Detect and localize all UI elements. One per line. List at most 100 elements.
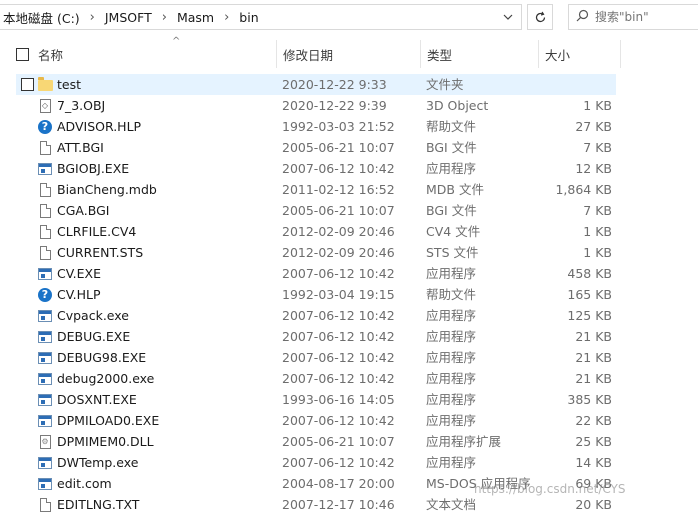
breadcrumb-item[interactable]: Masm [173, 10, 218, 25]
file-row[interactable]: DPMILOAD0.EXE 2007-06-12 10:42 应用程序 22 KB [0, 410, 698, 431]
application-icon [37, 412, 53, 429]
file-size: 7 KB [583, 140, 612, 155]
file-type: 帮助文件 [426, 119, 477, 134]
file-name: CV.EXE [57, 266, 102, 281]
file-type: CV4 文件 [426, 224, 481, 239]
file-date: 2007-06-12 10:42 [282, 161, 395, 176]
file-type: 应用程序 [426, 266, 477, 281]
file-row[interactable]: DEBUG98.EXE 2007-06-12 10:42 应用程序 21 KB [0, 347, 698, 368]
file-type: 应用程序 [426, 413, 477, 428]
document-icon [37, 244, 53, 261]
refresh-button[interactable] [527, 4, 553, 30]
file-size: 22 KB [575, 413, 612, 428]
file-date: 2004-08-17 20:00 [282, 476, 395, 491]
breadcrumb-item[interactable]: JMSOFT [101, 10, 156, 25]
application-icon [37, 349, 53, 366]
file-date: 2005-06-21 10:07 [282, 140, 395, 155]
column-date[interactable]: 修改日期 [276, 40, 420, 68]
file-row[interactable]: CURRENT.STS 2012-02-09 20:46 STS 文件 1 KB [0, 242, 698, 263]
column-type-label: 类型 [427, 47, 453, 63]
file-name: test [57, 77, 82, 92]
file-row[interactable]: CV.EXE 2007-06-12 10:42 应用程序 458 KB [0, 263, 698, 284]
file-type: 帮助文件 [426, 287, 477, 302]
file-row[interactable]: DWTemp.exe 2007-06-12 10:42 应用程序 14 KB [0, 452, 698, 473]
file-size: 21 KB [575, 350, 612, 365]
breadcrumb-item[interactable]: 本地磁盘 (C:) [0, 8, 84, 27]
address-bar[interactable]: 本地磁盘 (C:) › JMSOFT › Masm › bin [0, 4, 522, 30]
file-date: 1992-03-03 21:52 [282, 119, 395, 134]
search-box[interactable] [568, 4, 698, 30]
file-size: 1,864 KB [555, 182, 612, 197]
file-size: 1 KB [583, 224, 612, 239]
file-row[interactable]: Cvpack.exe 2007-06-12 10:42 应用程序 125 KB [0, 305, 698, 326]
file-row[interactable]: ? ADVISOR.HLP 1992-03-03 21:52 帮助文件 27 KB [0, 116, 698, 137]
application-icon [37, 475, 53, 492]
file-name: CV.HLP [57, 287, 101, 302]
file-type: 应用程序 [426, 371, 477, 386]
file-row[interactable]: test 2020-12-22 9:33 文件夹 [16, 74, 616, 95]
column-type[interactable]: 类型 [420, 40, 538, 68]
file-name: 7_3.OBJ [57, 98, 106, 113]
application-icon [37, 454, 53, 471]
file-type: MDB 文件 [426, 182, 484, 197]
file-date: 2007-06-12 10:42 [282, 455, 395, 470]
chevron-down-icon[interactable] [497, 5, 519, 29]
file-row[interactable]: ? CV.HLP 1992-03-04 19:15 帮助文件 165 KB [0, 284, 698, 305]
file-size: 125 KB [567, 308, 612, 323]
file-type: 应用程序 [426, 350, 477, 365]
column-size-label: 大小 [545, 47, 571, 63]
application-icon [37, 307, 53, 324]
breadcrumb-separator-icon: › [89, 9, 95, 25]
sort-ascending-icon: ^ [172, 36, 181, 47]
file-name: ADVISOR.HLP [57, 119, 142, 134]
file-name: BGIOBJ.EXE [57, 161, 130, 176]
search-input[interactable] [595, 10, 691, 24]
file-name: CGA.BGI [57, 203, 110, 218]
file-row[interactable]: ◇ 7_3.OBJ 2020-12-22 9:39 3D Object 1 KB [0, 95, 698, 116]
breadcrumb-item[interactable]: bin [235, 10, 262, 25]
file-size: 14 KB [575, 455, 612, 470]
file-name: BianCheng.mdb [57, 182, 157, 197]
file-date: 2007-06-12 10:42 [282, 308, 395, 323]
file-row[interactable]: ATT.BGI 2005-06-21 10:07 BGI 文件 7 KB [0, 137, 698, 158]
file-row[interactable]: BGIOBJ.EXE 2007-06-12 10:42 应用程序 12 KB [0, 158, 698, 179]
document-icon [37, 496, 53, 513]
column-header: 名称 ^ 修改日期 类型 大小 [0, 36, 698, 68]
file-size: 12 KB [575, 161, 612, 176]
file-row[interactable]: DOSXNT.EXE 1993-06-16 14:05 应用程序 385 KB [0, 389, 698, 410]
file-name: DPMILOAD0.EXE [57, 413, 160, 428]
file-type: 文件夹 [426, 77, 464, 92]
file-row[interactable]: DEBUG.EXE 2007-06-12 10:42 应用程序 21 KB [0, 326, 698, 347]
file-row[interactable]: debug2000.exe 2007-06-12 10:42 应用程序 21 KB [0, 368, 698, 389]
file-name: CLRFILE.CV4 [57, 224, 137, 239]
file-date: 1992-03-04 19:15 [282, 287, 395, 302]
file-size: 25 KB [575, 434, 612, 449]
file-type: BGI 文件 [426, 203, 477, 218]
file-date: 2005-06-21 10:07 [282, 434, 395, 449]
file-type: 应用程序扩展 [426, 434, 502, 449]
file-row[interactable]: ⚙ DPMIMEM0.DLL 2005-06-21 10:07 应用程序扩展 25 KB [0, 431, 698, 452]
application-icon [37, 265, 53, 282]
file-size [540, 74, 612, 95]
file-list: test 2020-12-22 9:33 文件夹 ◇ 7_3.OBJ 2020-12-22… [0, 74, 698, 515]
help-file-icon: ? [37, 286, 53, 303]
row-checkbox[interactable] [21, 78, 34, 91]
column-name-label: 名称 [38, 47, 64, 63]
document-icon [37, 223, 53, 240]
column-name[interactable]: 名称 ^ [32, 36, 276, 68]
file-date: 2007-06-12 10:42 [282, 371, 395, 386]
file-row[interactable]: BianCheng.mdb 2011-02-12 16:52 MDB 文件 1,864… [0, 179, 698, 200]
document-icon [37, 181, 53, 198]
column-date-label: 修改日期 [283, 47, 334, 63]
select-all-checkbox[interactable] [16, 48, 29, 61]
file-name: debug2000.exe [57, 371, 155, 386]
column-size[interactable]: 大小 [538, 40, 620, 68]
refresh-icon [535, 11, 545, 22]
application-icon [37, 328, 53, 345]
file-row[interactable]: CLRFILE.CV4 2012-02-09 20:46 CV4 文件 1 KB [0, 221, 698, 242]
application-icon [37, 391, 53, 408]
file-size: 385 KB [567, 392, 612, 407]
file-size: 165 KB [567, 287, 612, 302]
file-date: 2007-06-12 10:42 [282, 350, 395, 365]
file-row[interactable]: CGA.BGI 2005-06-21 10:07 BGI 文件 7 KB [0, 200, 698, 221]
